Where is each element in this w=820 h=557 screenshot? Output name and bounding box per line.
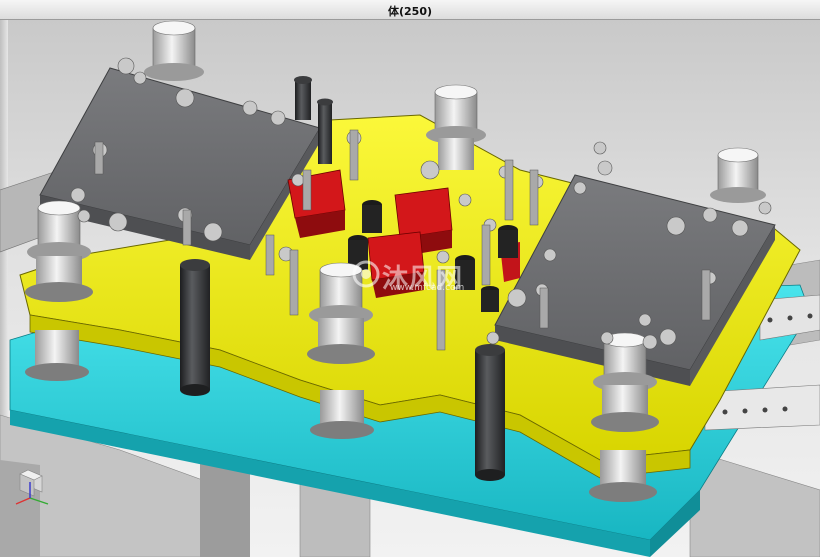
window-title: 体(250) [387,5,433,18]
xyz-triad-icon[interactable] [8,462,54,508]
cad-window: 体(250) 沐风网 www.mfcad.com [0,0,820,557]
fixture-model[interactable] [0,20,820,557]
title-bar: 体(250) [0,0,820,20]
